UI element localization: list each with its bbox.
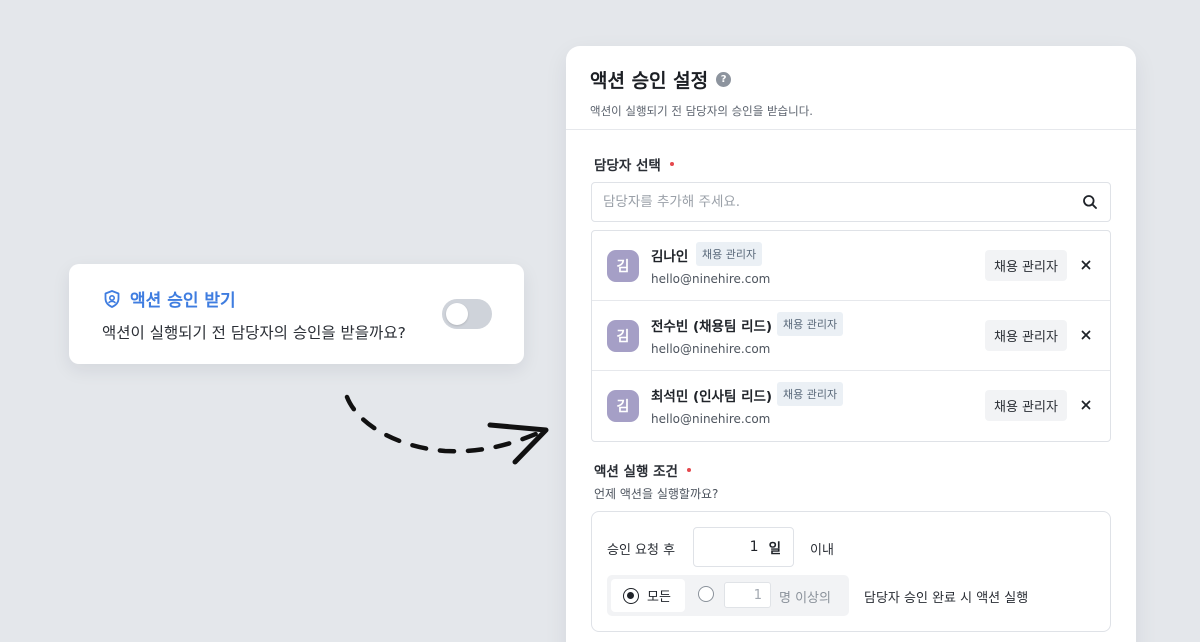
panel-title: 액션 승인 설정 ? [590, 66, 1112, 93]
approval-toggle-card: 액션 승인 받기 액션이 실행되기 전 담당자의 승인을 받을까요? [69, 264, 524, 364]
approval-switch[interactable] [442, 299, 492, 329]
search-icon[interactable] [1082, 194, 1098, 214]
avatar: 김 [607, 390, 639, 422]
days-unit: 일 [768, 541, 781, 557]
assignee-name: 전수빈 (채용팀 리드) [651, 319, 773, 335]
avatar: 김 [607, 320, 639, 352]
panel-title-text: 액션 승인 설정 [590, 70, 709, 92]
required-dot [669, 162, 674, 166]
role-select-button[interactable]: 채용 관리자 [985, 250, 1067, 281]
avatar: 김 [607, 250, 639, 282]
days-value: 1 [749, 539, 759, 555]
assignee-section-label-text: 담당자 선택 [594, 158, 661, 174]
within-label: 이내 [810, 543, 834, 558]
after-request-label: 승인 요청 후 [607, 543, 676, 558]
assignee-tag: 채용 관리자 [777, 312, 844, 336]
toggle-card-title-text: 액션 승인 받기 [130, 291, 236, 311]
assignee-row: 김 최석민 (인사팀 리드) 채용 관리자 hello@ninehire.com… [592, 371, 1110, 441]
min-count-input[interactable]: 1 [724, 582, 771, 608]
assignee-name: 최석민 (인사팀 리드) [651, 389, 773, 405]
toggle-card-title: 액션 승인 받기 [102, 286, 236, 311]
assignee-search-input[interactable] [603, 183, 1073, 221]
assignee-name: 김나인 [651, 249, 689, 265]
panel-header: 액션 승인 설정 ? 액션이 실행되기 전 담당자의 승인을 받습니다. [566, 46, 1136, 130]
dashed-arrow-icon [344, 394, 549, 465]
approval-settings-panel: 액션 승인 설정 ? 액션이 실행되기 전 담당자의 승인을 받습니다. 담당자… [566, 46, 1136, 642]
assignee-email: hello@ninehire.com [651, 412, 771, 426]
shield-icon [102, 289, 122, 309]
radio-min-count-option[interactable] [698, 586, 714, 602]
condition-section-label: 액션 실행 조건 [594, 460, 691, 480]
min-count-suffix: 명 이상의 [779, 591, 831, 606]
role-select-button[interactable]: 채용 관리자 [985, 320, 1067, 351]
condition-box: 승인 요청 후 1 일 이내 모든 1 명 이상의 담당자 승인 완료 시 액션… [591, 511, 1111, 632]
assignee-list: 김 김나인 채용 관리자 hello@ninehire.com 채용 관리자 김… [591, 230, 1111, 442]
assignee-search [591, 182, 1111, 222]
radio-all-option[interactable]: 모든 [611, 579, 685, 612]
condition-section-label-text: 액션 실행 조건 [594, 464, 678, 480]
radio-selected-icon [623, 587, 639, 604]
condition-tail-text: 담당자 승인 완료 시 액션 실행 [864, 591, 1029, 606]
role-select-button[interactable]: 채용 관리자 [985, 390, 1067, 421]
condition-help-text: 언제 액션을 실행할까요? [594, 487, 719, 501]
toggle-card-question: 액션이 실행되기 전 담당자의 승인을 받을까요? [102, 324, 406, 342]
days-input[interactable]: 1 일 [693, 527, 794, 567]
help-icon[interactable]: ? [716, 72, 732, 87]
switch-knob [446, 303, 468, 325]
assignee-email: hello@ninehire.com [651, 272, 771, 286]
assignee-row: 김 김나인 채용 관리자 hello@ninehire.com 채용 관리자 [592, 231, 1110, 301]
assignee-tag: 채용 관리자 [777, 382, 844, 406]
panel-subtitle: 액션이 실행되기 전 담당자의 승인을 받습니다. [590, 104, 813, 118]
approval-count-radio-group: 모든 1 명 이상의 [607, 575, 849, 616]
close-icon[interactable] [1076, 255, 1096, 275]
close-icon[interactable] [1076, 395, 1096, 415]
assignee-email: hello@ninehire.com [651, 342, 771, 356]
assignee-row: 김 전수빈 (채용팀 리드) 채용 관리자 hello@ninehire.com… [592, 301, 1110, 371]
required-dot [686, 468, 691, 472]
radio-all-label: 모든 [647, 590, 671, 605]
close-icon[interactable] [1076, 325, 1096, 345]
assignee-section-label: 담당자 선택 [594, 154, 674, 174]
assignee-tag: 채용 관리자 [696, 242, 763, 266]
